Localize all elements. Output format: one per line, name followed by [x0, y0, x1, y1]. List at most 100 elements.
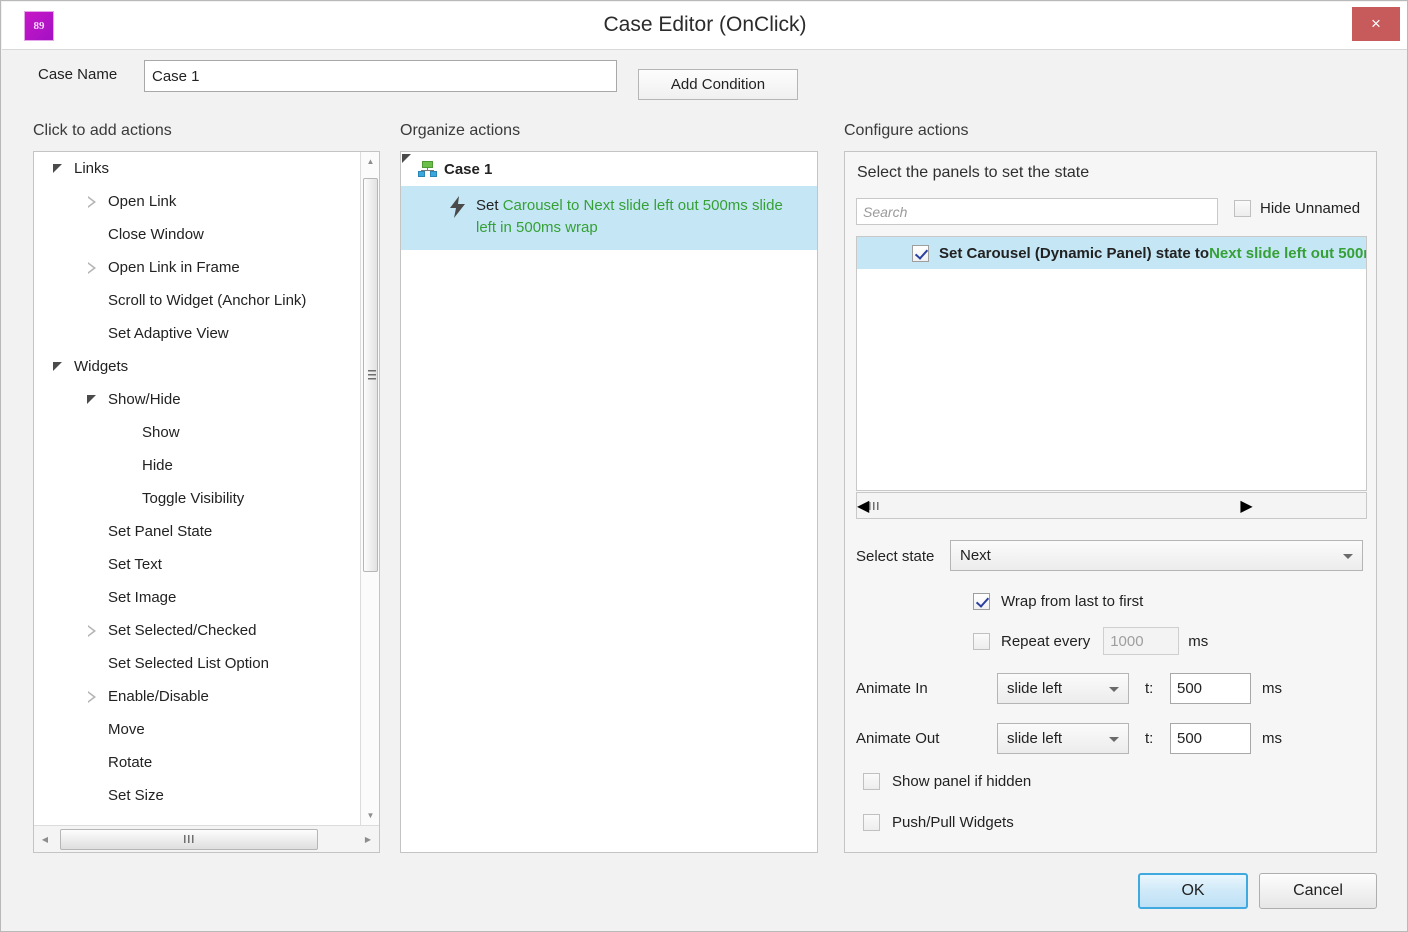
- action-tree-item-label: Close Window: [108, 226, 204, 243]
- twisty-open-icon[interactable]: [52, 162, 66, 176]
- animate-in-time-input[interactable]: [1170, 673, 1251, 704]
- organize-action-row[interactable]: Set Carousel to Next slide left out 500m…: [401, 186, 817, 250]
- action-tree-item[interactable]: Enable/Disable: [34, 680, 362, 713]
- action-tree-item[interactable]: Set Panel State: [34, 515, 362, 548]
- scroll-right-icon[interactable]: ▶: [357, 827, 379, 852]
- action-tree-item[interactable]: Widgets: [34, 350, 362, 383]
- cfg-scroll-left-icon[interactable]: ◀: [857, 496, 869, 516]
- wrap-checkbox[interactable]: Wrap from last to first: [973, 593, 1143, 610]
- show-panel-checkbox-box[interactable]: [863, 773, 880, 790]
- action-tree-item[interactable]: Set Size: [34, 779, 362, 812]
- action-tree-item-label: Enable/Disable: [108, 688, 209, 705]
- action-tree-item[interactable]: Set Text: [34, 548, 362, 581]
- action-tree-item[interactable]: Set Selected List Option: [34, 647, 362, 680]
- panel-list-horizontal-scrollbar[interactable]: ◀ ▶: [856, 492, 1367, 519]
- twisty-open-icon[interactable]: [52, 360, 66, 374]
- animate-in-dropdown[interactable]: slide left: [997, 673, 1129, 704]
- action-tree-item-label: Show/Hide: [108, 391, 181, 408]
- action-tree-item-label: Show: [142, 424, 180, 441]
- hscrollbar-thumb[interactable]: [60, 828, 318, 850]
- action-tree-item[interactable]: Scroll to Widget (Anchor Link): [34, 284, 362, 317]
- scroll-down-icon[interactable]: ▼: [361, 806, 380, 825]
- scroll-left-icon[interactable]: ◀: [34, 827, 56, 852]
- push-pull-checkbox-box[interactable]: [863, 814, 880, 831]
- repeat-every-checkbox[interactable]: [973, 632, 990, 650]
- animate-in-t-label: t:: [1145, 680, 1154, 697]
- scrollbar-thumb[interactable]: [363, 178, 378, 572]
- show-panel-if-hidden-checkbox[interactable]: Show panel if hidden: [863, 773, 1031, 790]
- organize-case-node[interactable]: Case 1: [401, 152, 817, 186]
- configure-section-title: Select the panels to set the state: [857, 164, 1090, 181]
- action-tree-item[interactable]: Show/Hide: [34, 383, 362, 416]
- search-input[interactable]: [856, 198, 1218, 225]
- lightning-bolt-icon: [446, 195, 468, 218]
- action-tree-item[interactable]: Show: [34, 416, 362, 449]
- ok-button[interactable]: OK: [1138, 873, 1248, 909]
- action-tree-item[interactable]: Move: [34, 713, 362, 746]
- scrollbar-grip-icon: [368, 370, 376, 380]
- repeat-every-row[interactable]: Repeat every ms: [973, 627, 1208, 655]
- scroll-up-icon[interactable]: ▲: [361, 152, 380, 171]
- animate-in-value: slide left: [1007, 680, 1063, 697]
- action-tree-item-label: Set Size: [108, 787, 164, 804]
- action-tree-item[interactable]: Hide: [34, 449, 362, 482]
- select-state-label: Select state: [856, 548, 935, 565]
- action-tree-item[interactable]: Set Image: [34, 581, 362, 614]
- case-name-input[interactable]: [144, 60, 617, 92]
- twisty-open-icon[interactable]: [86, 393, 100, 407]
- twisty-closed-icon[interactable]: [86, 690, 100, 704]
- action-tree-item[interactable]: Toggle Visibility: [34, 482, 362, 515]
- action-tree-item[interactable]: Links: [34, 152, 362, 185]
- select-state-dropdown[interactable]: Next: [950, 540, 1363, 571]
- hide-unnamed-checkbox-box[interactable]: [1234, 200, 1251, 217]
- panel-state-row-checkbox[interactable]: [912, 244, 929, 262]
- cfg-scroll-right-icon[interactable]: ▶: [1240, 496, 1252, 516]
- hscroll-track[interactable]: [56, 827, 357, 852]
- wrap-checkbox-box[interactable]: [973, 593, 990, 610]
- action-tree-item-label: Widgets: [74, 358, 129, 375]
- action-tree-panel: Links Open Link Close Window Open Link in F…: [33, 151, 380, 853]
- cfg-hscrollbar-thumb[interactable]: [869, 501, 1240, 510]
- animate-out-unit: ms: [1262, 730, 1282, 747]
- panel-state-row-state: Next slide left out 500m: [1209, 244, 1367, 262]
- panel-state-list[interactable]: Set Carousel (Dynamic Panel) state to Ne…: [856, 236, 1367, 491]
- action-tree-vertical-scrollbar[interactable]: ▲ ▼: [360, 152, 379, 825]
- push-pull-label: Push/Pull Widgets: [892, 814, 1014, 831]
- close-icon[interactable]: ×: [1352, 7, 1400, 41]
- animate-out-value: slide left: [1007, 730, 1063, 747]
- action-tree-item-label: Set Selected/Checked: [108, 622, 257, 639]
- organize-action-prefix: Set: [476, 197, 503, 214]
- cancel-button[interactable]: Cancel: [1259, 873, 1377, 909]
- animate-out-dropdown[interactable]: slide left: [997, 723, 1129, 754]
- twisty-closed-icon[interactable]: [86, 261, 100, 275]
- action-tree-item-label: Open Link: [108, 193, 177, 210]
- hide-unnamed-checkbox[interactable]: Hide Unnamed: [1234, 200, 1360, 217]
- animate-out-label: Animate Out: [856, 730, 940, 747]
- add-condition-button[interactable]: Add Condition: [638, 69, 798, 100]
- caption-click-to-add-actions: Click to add actions: [33, 122, 172, 139]
- repeat-every-input[interactable]: [1103, 627, 1180, 655]
- action-tree-item[interactable]: Close Window: [34, 218, 362, 251]
- action-tree-item[interactable]: Open Link: [34, 185, 362, 218]
- push-pull-widgets-checkbox[interactable]: Push/Pull Widgets: [863, 814, 1014, 831]
- action-tree-item[interactable]: Rotate: [34, 746, 362, 779]
- sitemap-icon: [417, 161, 437, 177]
- cfg-hscroll-track[interactable]: [869, 501, 1240, 510]
- action-tree-item[interactable]: Set Selected/Checked: [34, 614, 362, 647]
- action-tree-list[interactable]: Links Open Link Close Window Open Link in F…: [34, 152, 362, 825]
- animate-out-time-input[interactable]: [1170, 723, 1251, 754]
- action-tree-horizontal-scrollbar[interactable]: ◀ ▶: [34, 825, 379, 852]
- twisty-closed-icon[interactable]: [86, 624, 100, 638]
- twisty-closed-icon[interactable]: [86, 195, 100, 209]
- panel-state-row[interactable]: Set Carousel (Dynamic Panel) state to Ne…: [857, 237, 1366, 269]
- action-tree-item-label: Set Image: [108, 589, 177, 606]
- action-tree-item[interactable]: Set Adaptive View: [34, 317, 362, 350]
- action-tree-item[interactable]: Open Link in Frame: [34, 251, 362, 284]
